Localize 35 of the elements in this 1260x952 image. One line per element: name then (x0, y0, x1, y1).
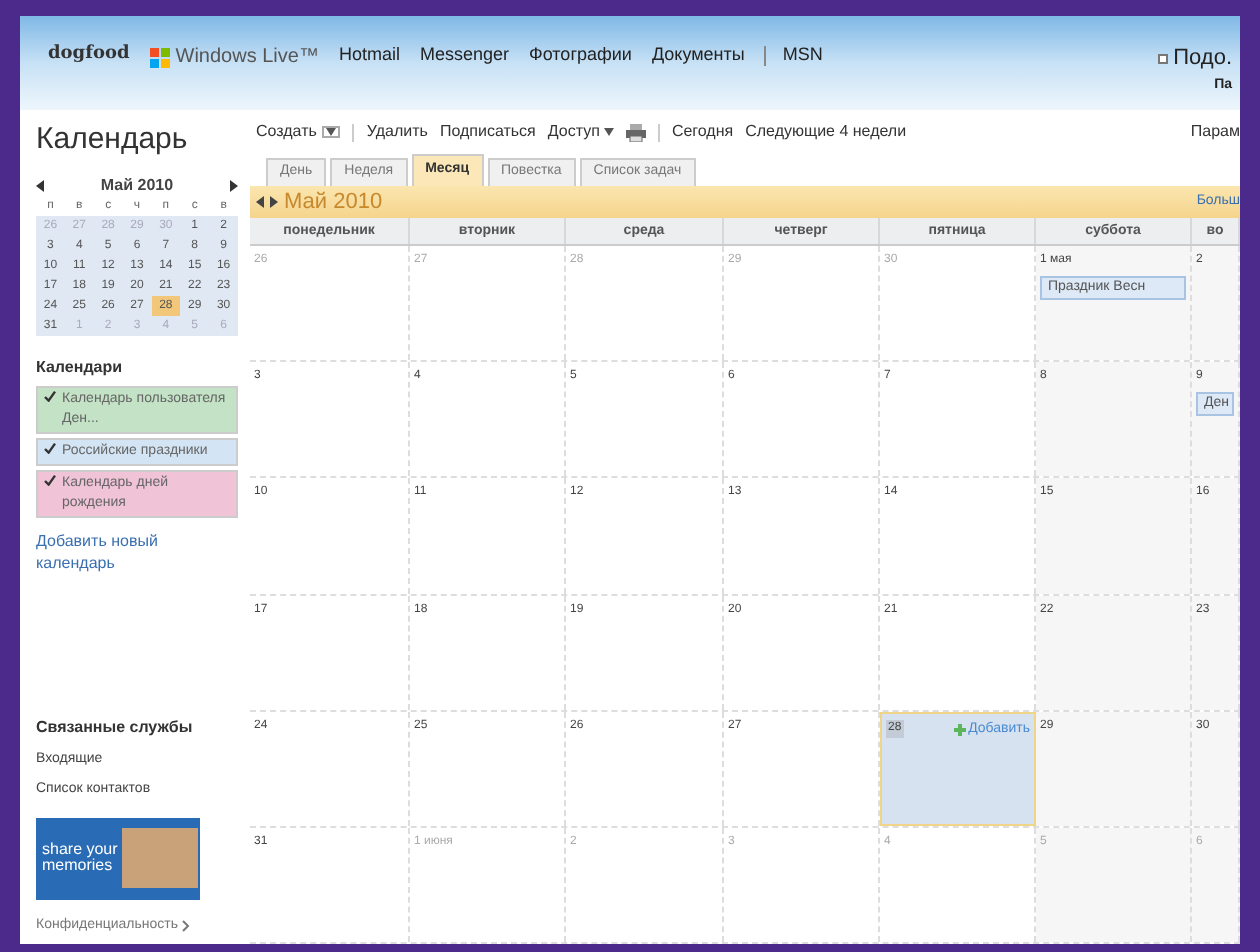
nav-link[interactable]: Messenger (419, 42, 510, 69)
status-icon (1157, 53, 1168, 64)
caret-icon (326, 128, 337, 136)
chevron-icon (182, 919, 191, 932)
caret-icon (603, 128, 614, 136)
options-link[interactable]: Парам (1190, 120, 1240, 144)
next-icon[interactable] (270, 196, 278, 208)
user-name[interactable]: Подо. (1173, 42, 1232, 75)
create-button[interactable]: Создать (256, 120, 341, 144)
add-calendar-link[interactable]: Добавить новый календарь (36, 530, 238, 574)
calendars-heading: Календари (36, 356, 125, 380)
previous-icon[interactable] (256, 196, 264, 208)
previous-icon[interactable] (36, 180, 44, 192)
mini-calendar-title: Май 2010 (100, 174, 174, 198)
windows-logo-icon (149, 47, 170, 67)
range-button[interactable]: Следующие 4 недели (745, 120, 907, 144)
services-heading: Связанные службы (36, 715, 195, 739)
share-banner[interactable]: share your memories (36, 817, 200, 899)
next-icon[interactable] (230, 180, 238, 192)
month-title: Май 2010 (284, 187, 383, 218)
toolbar-button[interactable]: Подписаться (439, 120, 536, 144)
share-button[interactable]: Доступ (547, 120, 614, 144)
photo-placeholder (122, 828, 198, 888)
brand-label: dogfood (48, 42, 130, 68)
nav-link[interactable]: Документы (651, 42, 745, 69)
nav-link[interactable]: Фотографии (529, 42, 632, 69)
logo-text: Windows Live™ (175, 44, 319, 72)
app-title: Календарь (36, 122, 190, 158)
toolbar-button[interactable]: Удалить (366, 120, 428, 144)
plus-icon (954, 723, 967, 736)
banner-text: share your memories (42, 842, 118, 874)
nav-link[interactable]: Hotmail (338, 42, 400, 69)
today-button[interactable]: Сегодня (671, 120, 734, 144)
printer-icon[interactable] (625, 123, 646, 141)
nav-link[interactable]: MSN (782, 42, 823, 69)
